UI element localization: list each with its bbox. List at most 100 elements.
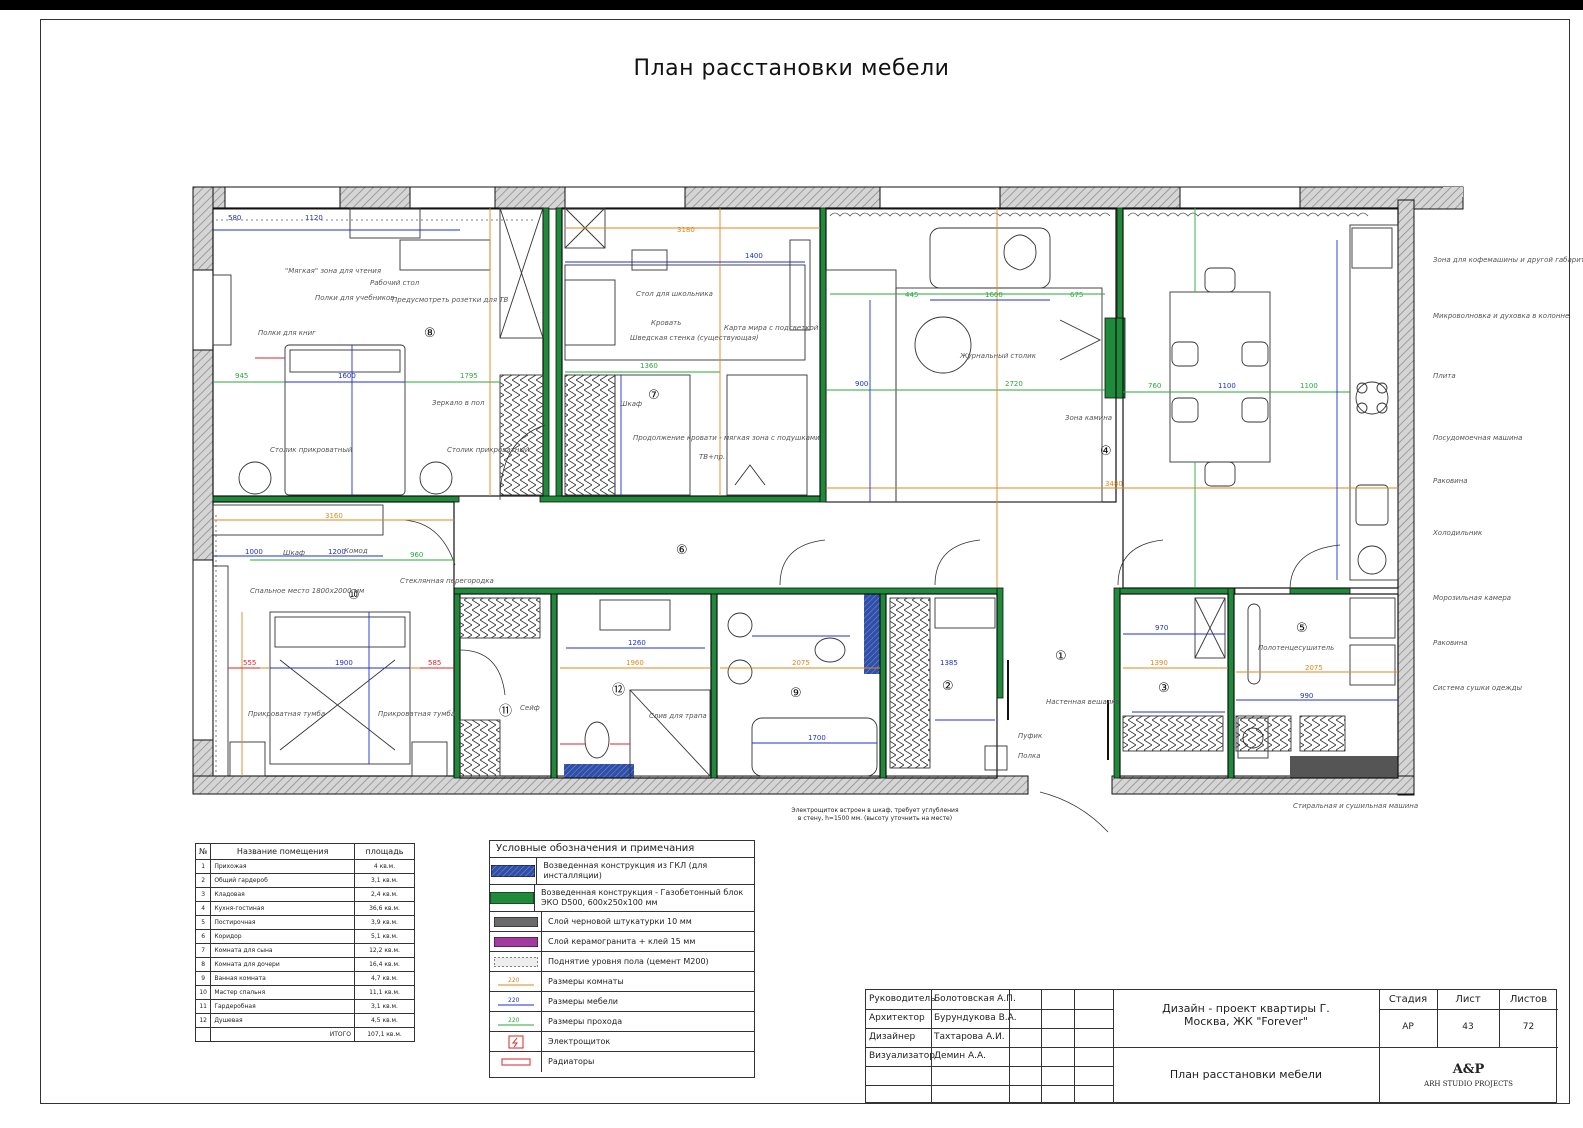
room-area: 3,9 кв.м. [354,915,415,930]
dim-555: 555 [243,659,256,667]
legend-swatch-gasblock [490,885,535,911]
room-area: 5,1 кв.м. [354,929,415,944]
room-num: 7 [194,943,212,958]
room-number-2: ② [942,679,954,694]
room-name: Гардеробная [210,999,355,1014]
legend-text: Размеры прохода [548,1016,623,1026]
table-row: 2 Общий гардероб 3,1 кв.м. [194,873,415,888]
legend-swatch-room-dim: 220 [490,972,542,991]
legend-sample: 220 [508,977,520,984]
legend-item: 220 Размеры комнаты [490,972,754,992]
total-empty [194,1027,212,1042]
studio-logo-subtitle: ARH STUDIO PROJECTS [1424,1080,1513,1088]
dim-445: 445 [905,291,918,299]
label-wardrobe: Шкаф [620,400,642,408]
dim-1390: 1390 [1150,659,1168,667]
legend-item: 220 Размеры мебели [490,992,754,1012]
stamp-sheet: 43 [1462,1022,1474,1032]
studio-logo: A&P [1452,1062,1485,1077]
room-area: 3,1 кв.м. [354,873,415,888]
stamp-stage-label: Стадия [1388,994,1428,1005]
label-school-desk: Стол для школьника [636,290,713,298]
label-dryer: Система сушки одежды [1433,684,1522,692]
dim-1600b: 1600 [985,291,1003,299]
label-dishwasher: Посудомоечная машина [1433,434,1522,442]
table-row: 12 Душевая 4,5 кв.м. [194,1013,415,1028]
table-row: 3 Кладовая 2,4 кв.м. [194,887,415,902]
table-row: 10 Мастер спальня 11,1 кв.м. [194,985,415,1000]
stamp-sheets: 72 [1522,1022,1535,1032]
label-towel-dryer: Полотенцесушитель [1258,644,1334,652]
legend-text: Поднятие уровня пола (цемент М200) [548,956,709,966]
room-name: Постирочная [210,915,355,930]
dim-2720: 2720 [1005,380,1023,388]
label-sink-2: Раковина [1433,639,1468,647]
gkl-installation-shower [564,764,634,778]
plaster-layer [1290,756,1398,778]
dim-1400: 1400 [745,252,763,260]
room-num: 6 [194,929,212,944]
label-tv-sockets: Предусмотреть розетки для ТВ [392,296,509,304]
label-nightstand-2: Столик прикроватный [447,446,530,454]
dim-3480: 3480 [1105,480,1123,488]
room-area: 2,4 кв.м. [354,887,415,902]
label-swedish-wall: Шведская стенка (существующая) [630,334,759,342]
legend-header: Условные обозначения и примечания [490,841,754,858]
room-num: 11 [194,999,212,1014]
rooms-table-header: № Название помещения площадь [194,843,415,860]
header-room-name: Название помещения [210,843,355,860]
room-name: Комната для дочери [210,957,355,972]
dim-1700: 1700 [808,734,826,742]
room-name: Кухня-гостиная [210,901,355,916]
label-fireplace: Зона камина [1065,414,1112,422]
dim-1100b: 1100 [1300,382,1318,390]
legend-swatch-furniture-dim: 220 [490,992,542,1011]
dim-1100: 1100 [1218,382,1236,390]
dim-580: 580 [228,214,241,222]
legend-sample: 220 [508,997,520,1004]
label-reading-zone: "Мягкая" зона для чтения [285,267,381,275]
dim-1120: 1120 [305,214,323,222]
label-sleeping: Спальное место 1800х2000 мм [250,587,365,595]
dim-1360: 1360 [640,362,658,370]
room-num: 5 [194,915,212,930]
table-row: 8 Комната для дочери 16,4 кв.м. [194,957,415,972]
label-dresser: Комод [344,547,368,555]
legend-swatch-passage-dim: 220 [490,1012,542,1031]
room-number-6: ⑥ [676,543,688,558]
label-bed-table-1: Прикроватная тумба [248,710,325,718]
stamp-name: Болотовская А.П. [934,994,1016,1004]
room-num: 3 [194,887,212,902]
room-name: Прихожая [210,859,355,874]
room-area: 36,6 кв.м. [354,901,415,916]
room-number-11: ⑪ [499,704,512,719]
stamp-role: Дизайнер [869,1032,916,1042]
label-book-shelves: Полки для книг [258,329,316,337]
label-shelf: Полка [1018,752,1041,760]
dim-970: 970 [1155,624,1168,632]
dim-1795: 1795 [460,372,478,380]
header-area: площадь [354,843,415,860]
room-area: 4,5 кв.м. [354,1013,415,1028]
dim-1385: 1385 [940,659,958,667]
label-fridge: Холодильник [1432,529,1483,537]
stamp-name: Бурундукова В.А. [934,1013,1017,1023]
table-row: 7 Комната для сына 12,2 кв.м. [194,943,415,958]
room-num: 10 [194,985,212,1000]
table-total-row: ИТОГО 107,1 кв.м. [194,1027,415,1042]
label-bed-table-2: Прикроватная тумба [378,710,455,718]
dim-945: 945 [235,372,248,380]
room-area: 4,7 кв.м. [354,971,415,986]
legend-item: Электрощиток [490,1032,754,1052]
room-number-7: ⑦ [648,388,660,403]
room-name: Комната для сына [210,943,355,958]
label-tv-pr: ТВ+пр. [699,453,725,461]
room-number-8: ⑧ [424,326,436,341]
legend-text: Слой черновой штукатурки 10 мм [548,916,692,926]
dim-900: 900 [855,380,868,388]
label-coffee-machine: Зона для кофемашины и другой габаритной … [1433,256,1583,264]
legend-text: Размеры мебели [548,996,618,1006]
legend-text: Размеры комнаты [548,976,624,986]
dim-1960: 1960 [626,659,644,667]
legend-swatch-panel-icon [490,1032,542,1051]
